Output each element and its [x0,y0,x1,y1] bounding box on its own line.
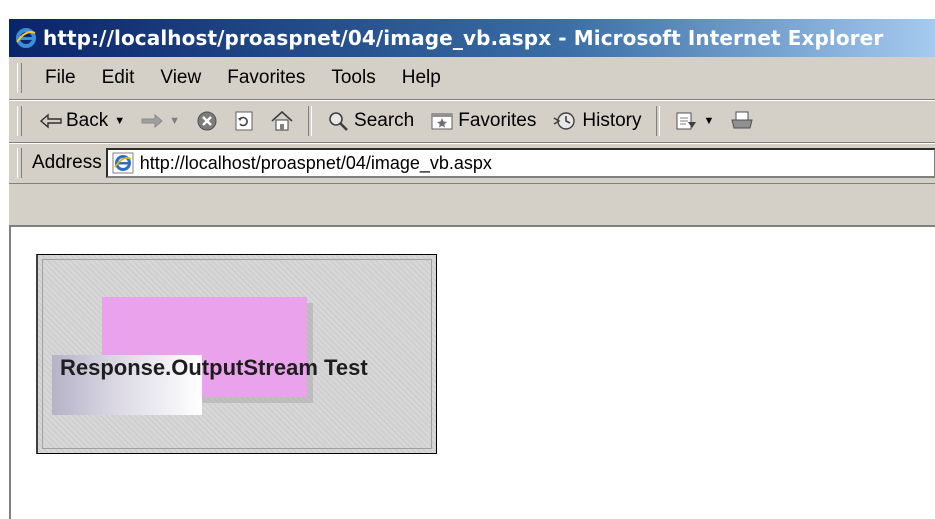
back-dropdown-icon[interactable]: ▼ [114,115,125,127]
mail-button[interactable]: ▼ [666,104,723,138]
print-button[interactable] [722,104,762,138]
forward-dropdown-icon[interactable]: ▼ [169,115,180,127]
menu-tools[interactable]: Tools [318,63,388,93]
history-button[interactable]: History [544,104,649,138]
back-arrow-icon [40,113,62,129]
refresh-button[interactable] [226,104,262,138]
search-button[interactable]: Search [318,104,422,138]
search-icon [326,110,350,132]
window-title: http://localhost/proaspnet/04/image_vb.a… [43,26,884,50]
toolbar-separator-2 [655,106,660,136]
refresh-icon [234,110,254,132]
forward-button[interactable]: ▼ [133,104,188,138]
menubar-grip[interactable] [17,63,22,93]
favorites-label: Favorites [458,110,537,131]
forward-arrow-icon [141,113,163,129]
back-button[interactable]: Back ▼ [32,104,133,138]
stop-icon [196,110,218,132]
mail-dropdown-icon[interactable]: ▼ [704,115,715,127]
menu-edit[interactable]: Edit [89,63,148,93]
address-input[interactable]: http://localhost/proaspnet/04/image_vb.a… [105,148,935,178]
address-url: http://localhost/proaspnet/04/image_vb.a… [139,152,492,173]
home-icon [270,110,294,132]
history-icon [552,110,578,132]
search-label: Search [354,110,415,131]
menu-file[interactable]: File [32,63,89,93]
rendered-image: Response.OutputStream Test [36,254,437,454]
addressbar-grip[interactable] [17,148,22,178]
address-label: Address [32,152,102,173]
content-gap [9,184,935,225]
ie-logo-icon [15,27,37,49]
stop-button[interactable] [188,104,226,138]
menu-help[interactable]: Help [389,63,454,93]
standard-toolbar: Back ▼ ▼ Search Favorites History ▼ [9,100,935,143]
image-caption: Response.OutputStream Test [60,355,368,380]
page-icon [112,152,134,174]
title-bar[interactable]: http://localhost/proaspnet/04/image_vb.a… [9,19,935,57]
menu-view[interactable]: View [147,63,214,93]
menu-bar: File Edit View Favorites Tools Help [9,57,935,100]
address-bar: Address http://localhost/proaspnet/04/im… [9,143,935,184]
back-label: Back [66,110,109,131]
history-label: History [582,110,642,131]
favorites-icon [430,110,454,132]
menu-favorites[interactable]: Favorites [214,63,318,93]
toolbar-grip[interactable] [17,106,22,136]
mail-icon [674,110,698,132]
toolbar-separator [308,106,313,136]
favorites-button[interactable]: Favorites [422,104,544,138]
print-icon [730,110,754,132]
home-button[interactable] [262,104,302,138]
